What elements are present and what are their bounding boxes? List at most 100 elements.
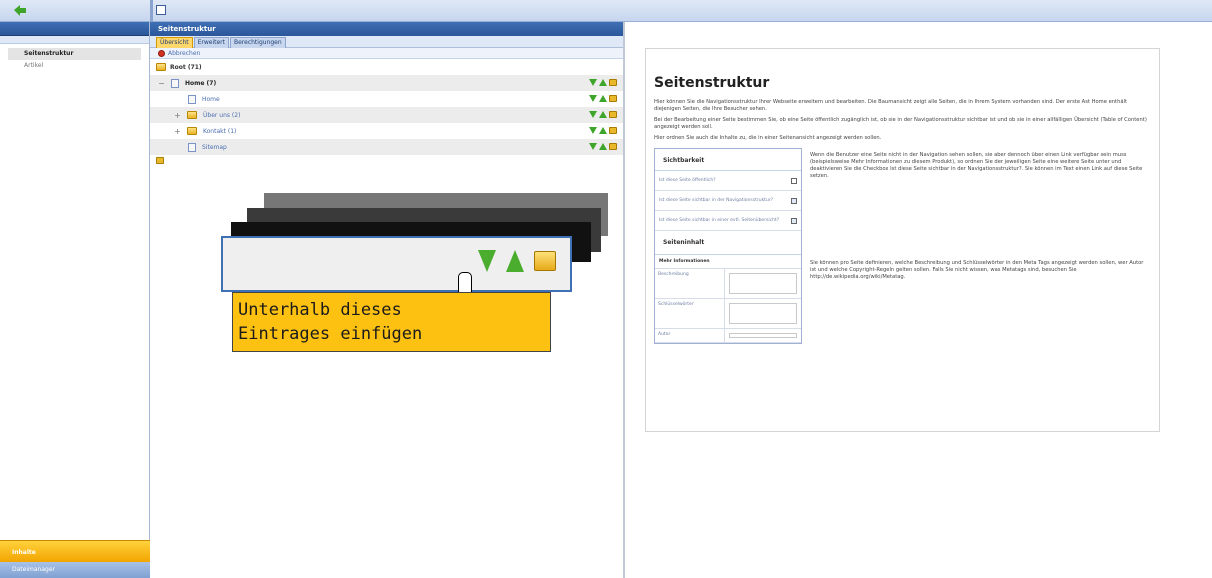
form-label: Beschreibung xyxy=(655,269,725,298)
panel-title: Seitenstruktur xyxy=(150,22,623,36)
tab-uebersicht[interactable]: Übersicht xyxy=(156,37,193,48)
row-actions xyxy=(589,111,617,118)
form-row: Ist diese Seite öffentlich? xyxy=(655,171,801,191)
move-up-icon[interactable] xyxy=(506,250,524,272)
row-actions xyxy=(589,79,617,86)
row-actions xyxy=(589,95,617,102)
form-grid-row: Autor xyxy=(655,329,801,343)
doc-title: Seitenstruktur xyxy=(654,75,770,91)
tree-row-label: Home xyxy=(202,95,220,103)
insert-folder-icon[interactable] xyxy=(609,95,617,102)
expand-icon[interactable]: + xyxy=(174,111,181,120)
back-arrow-icon[interactable] xyxy=(14,5,26,16)
move-down-icon[interactable] xyxy=(589,143,597,150)
checkbox[interactable] xyxy=(791,217,797,224)
doc-desc-meta: Sie können pro Seite definieren, welche … xyxy=(810,260,1144,280)
insert-folder-icon[interactable] xyxy=(609,143,617,150)
tree-row-home[interactable]: − Home (7) xyxy=(150,75,623,91)
sidebar: Seitenstruktur Artikel Inhalte Dateimana… xyxy=(0,22,150,578)
sidebar-section-dateimanager[interactable]: Dateimanager xyxy=(0,562,150,578)
tree-root-label: Root (71) xyxy=(170,63,202,71)
move-down-icon[interactable] xyxy=(589,111,597,118)
sidebar-header xyxy=(0,22,149,36)
panel-tabs: Übersicht Erweitert Berechtigungen xyxy=(150,36,623,48)
insert-folder-icon[interactable] xyxy=(534,251,556,271)
form-grid-row: Schlüsselwörter xyxy=(655,299,801,329)
form-label: Ist diese Seite sichtbar in der Navigati… xyxy=(659,198,774,203)
insert-below-tooltip: Unterhalb dieses Eintrages einfügen xyxy=(232,292,551,352)
top-toolbar xyxy=(0,0,1212,22)
page-icon xyxy=(188,142,196,152)
form-label: Ist diese Seite sichtbar in einer evtl. … xyxy=(659,218,780,223)
form-row: Ist diese Seite sichtbar in der Navigati… xyxy=(655,191,801,211)
folder-icon xyxy=(156,63,166,71)
zoomed-row xyxy=(221,236,572,292)
tree-row-label: Home (7) xyxy=(185,79,217,87)
window-icon[interactable] xyxy=(156,5,166,15)
toolbar-separator xyxy=(150,0,153,22)
zoomed-row-actions xyxy=(478,250,556,272)
move-down-icon[interactable] xyxy=(478,250,496,272)
doc-paragraph: Bei der Bearbeitung einer Seite bestimme… xyxy=(654,117,1147,130)
tree-row-kontakt[interactable]: + Kontakt (1) xyxy=(150,123,623,139)
checkbox[interactable] xyxy=(791,177,797,184)
form-label: Schlüsselwörter xyxy=(655,299,725,328)
cancel-button[interactable]: Abbrechen xyxy=(168,50,200,57)
form-row: Mehr Informationen xyxy=(655,255,801,269)
insert-folder-icon[interactable] xyxy=(609,111,617,118)
sidebar-item-artikel[interactable]: Artikel xyxy=(8,60,141,72)
text-area[interactable] xyxy=(729,273,797,294)
hand-cursor-icon xyxy=(458,272,472,294)
sidebar-section-inhalte[interactable]: Inhalte xyxy=(0,540,150,562)
tree-row-sitemap[interactable]: Sitemap xyxy=(150,139,623,155)
move-up-icon[interactable] xyxy=(599,79,607,86)
form-section-title: Sichtbarkeit xyxy=(655,149,801,171)
tree-row-label: Sitemap xyxy=(202,143,227,151)
tree-root[interactable]: Root (71) xyxy=(150,59,623,75)
folder-icon xyxy=(187,111,197,119)
folder-icon xyxy=(187,127,197,135)
tab-berechtigungen[interactable]: Berechtigungen xyxy=(230,37,286,48)
expand-icon[interactable]: + xyxy=(174,127,181,136)
row-actions xyxy=(589,127,617,134)
text-input[interactable] xyxy=(729,333,797,338)
tree-row-label: Kontakt (1) xyxy=(203,127,237,135)
doc-paragraph: Hier können Sie die Navigationsstruktur … xyxy=(654,99,1128,112)
tree-row-ueber-uns[interactable]: + Über uns (2) xyxy=(150,107,623,123)
panel-toolbar: Abbrechen xyxy=(150,48,623,59)
help-document: Seitenstruktur Hier können Sie die Navig… xyxy=(645,48,1160,432)
tab-erweitert[interactable]: Erweitert xyxy=(193,37,229,48)
example-form: Sichtbarkeit Ist diese Seite öffentlich?… xyxy=(654,148,802,344)
row-actions xyxy=(589,143,617,150)
tree-row-label: Über uns (2) xyxy=(203,111,241,119)
drop-target-icon[interactable] xyxy=(156,157,164,164)
text-area[interactable] xyxy=(729,303,797,324)
move-down-icon[interactable] xyxy=(589,79,597,86)
sidebar-item-seitenstruktur[interactable]: Seitenstruktur xyxy=(8,48,141,60)
insert-folder-icon[interactable] xyxy=(609,127,617,134)
move-up-icon[interactable] xyxy=(599,95,607,102)
move-up-icon[interactable] xyxy=(599,111,607,118)
insert-folder-icon[interactable] xyxy=(609,79,617,86)
doc-columns: Sichtbarkeit Ist diese Seite öffentlich?… xyxy=(654,148,1149,344)
sidebar-strip xyxy=(0,36,149,44)
move-up-icon[interactable] xyxy=(599,143,607,150)
form-grid-row: Beschreibung xyxy=(655,269,801,299)
doc-paragraph: Hier ordnen Sie auch die Inhalte zu, die… xyxy=(654,135,882,141)
form-row: Ist diese Seite sichtbar in einer evtl. … xyxy=(655,211,801,231)
form-section-title: Seiteninhalt xyxy=(655,231,801,255)
doc-desc-visibility: Wenn die Benutzer eine Seite nicht in de… xyxy=(810,152,1143,179)
move-down-icon[interactable] xyxy=(589,127,597,134)
checkbox[interactable] xyxy=(791,197,797,204)
cancel-icon[interactable] xyxy=(158,50,165,57)
move-up-icon[interactable] xyxy=(599,127,607,134)
form-label: Autor xyxy=(655,329,725,342)
tree-row-home-page[interactable]: Home xyxy=(150,91,623,107)
doc-description: Wenn die Benutzer eine Seite nicht in de… xyxy=(810,148,1149,344)
page-icon xyxy=(188,94,196,104)
page-icon xyxy=(171,78,179,88)
form-label: Ist diese Seite öffentlich? xyxy=(659,178,716,183)
form-label: Mehr Informationen xyxy=(659,259,710,264)
collapse-icon[interactable]: − xyxy=(158,79,165,88)
move-down-icon[interactable] xyxy=(589,95,597,102)
